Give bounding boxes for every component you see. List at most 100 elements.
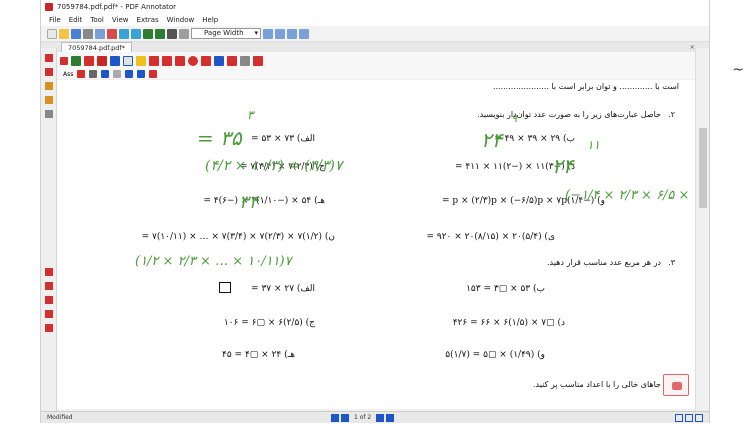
- screen: 7059784.pdf.pdf* - PDF Annotator File Ed…: [0, 0, 752, 423]
- fullscreen-icon[interactable]: [299, 28, 309, 39]
- outside-handwriting-mark: ~: [732, 62, 744, 78]
- menu-extras[interactable]: Extras: [137, 14, 159, 26]
- menu-tool[interactable]: Tool: [90, 14, 104, 26]
- next-page-button[interactable]: [376, 414, 385, 422]
- menu-bar: File Edit Tool View Extras Window Help: [41, 14, 709, 26]
- marker-icon[interactable]: [84, 55, 94, 66]
- sidebar-stamp-icon[interactable]: [44, 310, 53, 318]
- menu-edit[interactable]: Edit: [69, 14, 83, 26]
- handwriting-alef: = ۳۵: [197, 126, 242, 150]
- q2-number: ۲.: [668, 110, 675, 119]
- continuous-view-button[interactable]: [685, 414, 693, 422]
- last-page-icon[interactable]: [155, 28, 165, 39]
- scrollbar-thumb[interactable]: [699, 128, 707, 208]
- last-page-button[interactable]: [386, 414, 395, 422]
- annotation-toolbar: [41, 52, 709, 69]
- green-pen-icon[interactable]: [71, 55, 81, 66]
- menu-file[interactable]: File: [49, 14, 61, 26]
- q2-n: ن) (۱/۲)۷ × (۲/۳)۷ × (۳/۴)۷ × … × (۱۰/۱۱…: [141, 232, 335, 242]
- q3-number: ۳.: [668, 258, 675, 267]
- app-icon: [45, 3, 53, 11]
- q2-y: ی) (۵/۴)۲۰ × (۸/۱۵)۲۰ × ۹۲۰ =: [426, 232, 555, 242]
- pdf-annotator-window: 7059784.pdf.pdf* - PDF Annotator File Ed…: [40, 0, 710, 423]
- image-tool-icon[interactable]: [240, 55, 250, 66]
- sidebar-pen-icon[interactable]: [44, 282, 53, 290]
- save-icon[interactable]: [71, 28, 81, 39]
- pdf-page[interactable]: است با ............. و توان برابر است با…: [57, 80, 695, 409]
- new-icon[interactable]: [47, 28, 57, 39]
- open-icon[interactable]: [59, 28, 69, 39]
- favorite-tool-icon[interactable]: [253, 55, 263, 66]
- arrow-tool-icon[interactable]: [162, 55, 172, 66]
- sidebar-heart-icon[interactable]: [44, 268, 53, 276]
- opacity-icon[interactable]: [113, 70, 122, 78]
- two-page-icon[interactable]: [287, 28, 297, 39]
- handwriting-alef-frac: (۴/۲ × ۱۰/۳) = (۴/۳)۷: [205, 158, 343, 174]
- title-bar: 7059784.pdf.pdf* - PDF Annotator: [41, 0, 709, 14]
- fit-page-icon[interactable]: [275, 28, 285, 39]
- prev-page-button[interactable]: [341, 414, 349, 422]
- first-page-button[interactable]: [331, 414, 339, 422]
- sidebar-marker-icon[interactable]: [44, 68, 53, 76]
- shape-options-icon[interactable]: [125, 70, 134, 78]
- facing-view-button[interactable]: [695, 414, 703, 422]
- sidebar-line-icon[interactable]: [44, 296, 53, 304]
- menu-view[interactable]: View: [112, 14, 129, 26]
- text-tool-icon[interactable]: [110, 55, 120, 66]
- q3-text: در هر مربع عدد مناسب قرار دهید.: [547, 258, 661, 267]
- sidebar-red-pen-icon[interactable]: [44, 54, 53, 62]
- page-indicator[interactable]: 1 of 2: [351, 414, 374, 422]
- view-mode-buttons: [675, 414, 703, 422]
- line-style-icon[interactable]: [101, 70, 110, 78]
- sidebar-mark-icon[interactable]: [44, 324, 53, 332]
- menu-help[interactable]: Help: [202, 14, 218, 26]
- q3-d: د) ▢۷ × (۱/۵)۶ × ۶۶ = ۴۲۶: [452, 318, 565, 328]
- sidebar-eraser-icon[interactable]: [44, 110, 53, 118]
- undo-icon[interactable]: [119, 28, 129, 39]
- sidebar-highlighter-icon[interactable]: [44, 82, 53, 90]
- polygon-tool-icon[interactable]: [201, 55, 211, 66]
- left-tool-sidebar: [41, 48, 57, 411]
- annotation-options: Ass: [41, 69, 709, 79]
- first-page-icon[interactable]: [143, 28, 153, 39]
- vertical-scrollbar[interactable]: [695, 48, 709, 411]
- tab-document[interactable]: 7059784.pdf.pdf*: [61, 42, 132, 52]
- zoom-out-icon[interactable]: [179, 28, 189, 39]
- ellipse-tool-icon[interactable]: [188, 55, 198, 66]
- menu-window[interactable]: Window: [167, 14, 195, 26]
- color-icon[interactable]: [77, 70, 86, 78]
- red-pen-icon[interactable]: [60, 56, 68, 65]
- handwriting-d: ۲۴: [552, 154, 574, 178]
- eraser-tool-icon[interactable]: [227, 55, 237, 66]
- note-tool-icon[interactable]: [136, 55, 146, 66]
- zoom-select[interactable]: Page Width: [191, 28, 261, 39]
- answer-box-q3-alef[interactable]: [219, 282, 231, 293]
- pen-tool-icon[interactable]: [123, 55, 133, 66]
- highlighter-icon[interactable]: [97, 55, 107, 66]
- snap-icon[interactable]: [137, 70, 146, 78]
- rectangle-tool-icon[interactable]: [175, 55, 185, 66]
- page-navigation: 1 of 2: [331, 414, 395, 422]
- zoom-value: Page Width: [204, 29, 244, 37]
- window-title: 7059784.pdf.pdf* - PDF Annotator: [57, 3, 177, 11]
- print-icon[interactable]: [83, 28, 93, 39]
- search-icon[interactable]: [167, 28, 177, 39]
- sidebar-note-icon[interactable]: [44, 96, 53, 104]
- status-modified: Modified: [47, 414, 73, 421]
- annotation-style-label: Ass: [63, 70, 74, 78]
- q3-alef: الف) ۲۷ × ۳۷ =: [251, 284, 315, 294]
- line-width-icon[interactable]: [89, 70, 98, 78]
- handwriting-n: (۱/۲ × ۲/۳ × … × ۱۰/۱۱)۷: [135, 254, 292, 269]
- fit-width-icon[interactable]: [263, 28, 273, 39]
- share-icon[interactable]: [107, 28, 117, 39]
- stamp-tool-icon[interactable]: [214, 55, 224, 66]
- handwriting-d-sup: ۱۱: [587, 138, 600, 152]
- q3-h: هـ) ۲۴ × ▢۴ = ۴۵: [222, 350, 295, 360]
- scan-icon[interactable]: [95, 28, 105, 39]
- single-page-view-button[interactable]: [675, 414, 683, 422]
- recent-tool-icon[interactable]: [149, 70, 158, 78]
- sticky-note-icon[interactable]: [663, 374, 689, 396]
- line-tool-icon[interactable]: [149, 55, 159, 66]
- intro-line: است با ............. و توان برابر است با…: [492, 82, 679, 91]
- redo-icon[interactable]: [131, 28, 141, 39]
